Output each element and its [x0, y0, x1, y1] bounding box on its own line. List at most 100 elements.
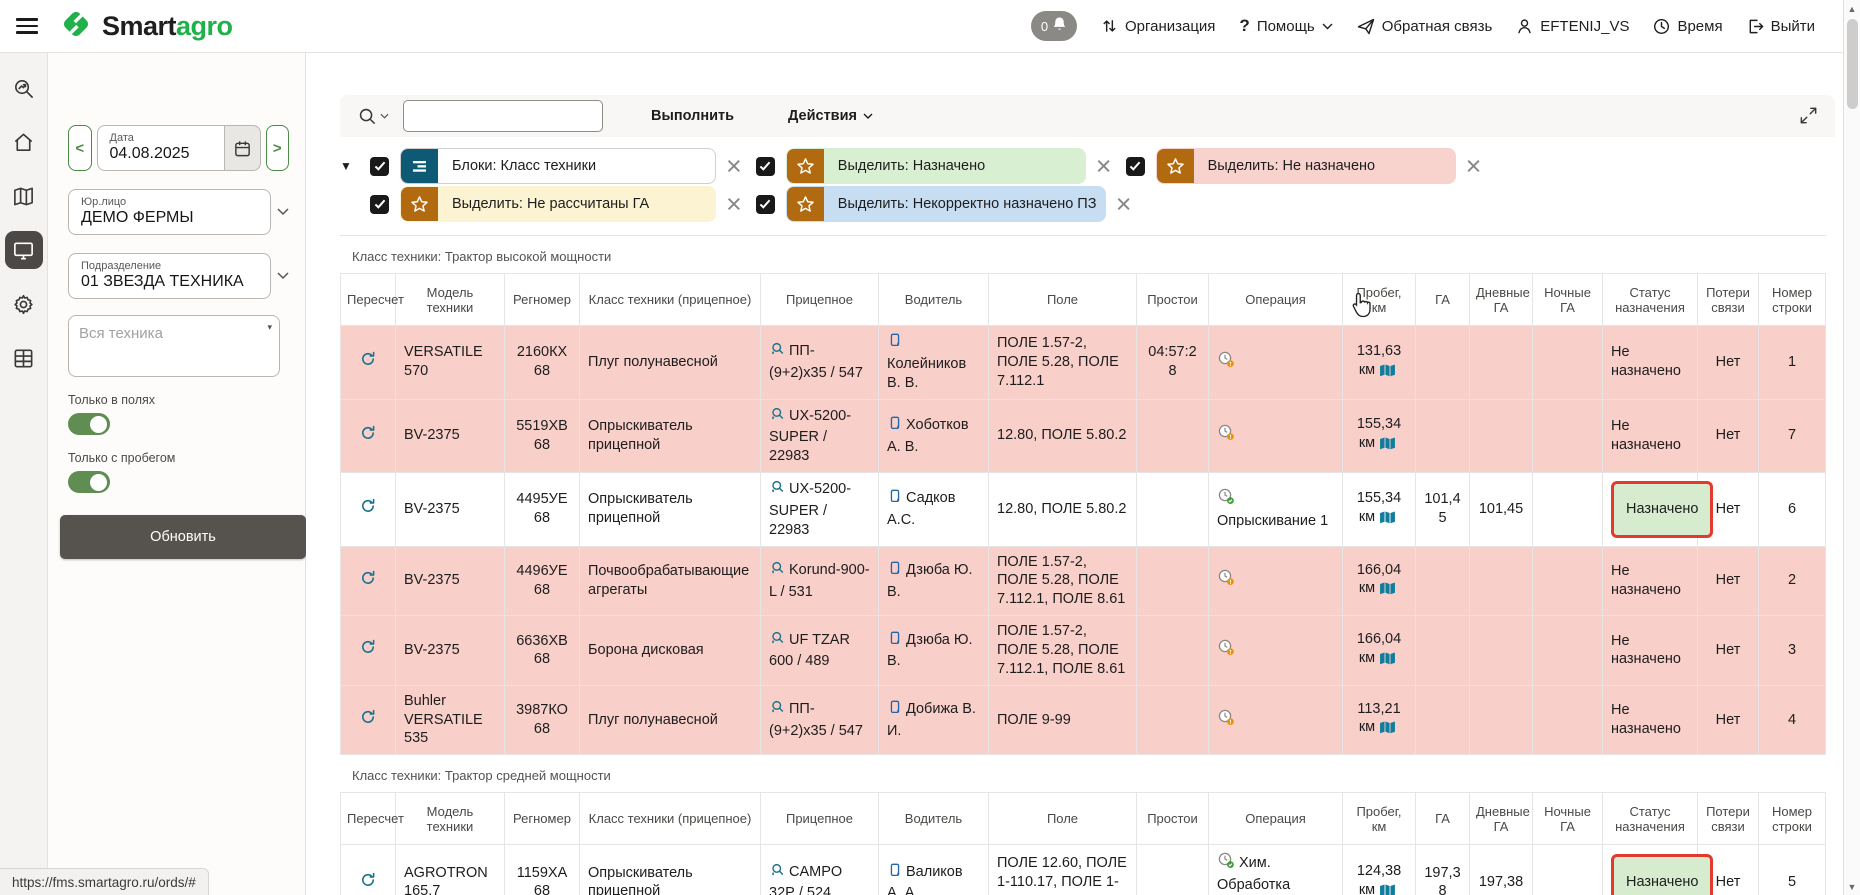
driver-icon[interactable]	[887, 560, 903, 583]
column-header[interactable]: ГА	[1416, 274, 1470, 326]
hamburger-menu-icon[interactable]	[16, 18, 38, 34]
equipment-select[interactable]: Вся техника ▾	[68, 315, 280, 377]
driver-icon[interactable]	[887, 415, 903, 438]
refresh-button[interactable]: Обновить	[60, 515, 306, 559]
column-header[interactable]: Модель техники	[396, 793, 505, 845]
implement-link-icon[interactable]	[769, 630, 786, 653]
operation-pending-icon[interactable]	[1217, 423, 1236, 448]
implement-link-icon[interactable]	[769, 406, 786, 429]
column-header[interactable]: Пробег, км	[1343, 793, 1416, 845]
column-header[interactable]: Номер строки	[1759, 793, 1826, 845]
filter-chip-blocks[interactable]: Блоки: Класс техники	[400, 148, 716, 184]
map-icon[interactable]	[1379, 652, 1396, 671]
column-header[interactable]: ГА	[1416, 793, 1470, 845]
column-header[interactable]: Водитель	[879, 793, 989, 845]
operation-pending-icon[interactable]	[1217, 568, 1236, 593]
filter-checkbox[interactable]	[1126, 157, 1145, 176]
recalc-icon[interactable]	[360, 713, 376, 729]
search-icon[interactable]	[358, 107, 389, 126]
map-icon[interactable]	[1379, 364, 1396, 383]
implement-link-icon[interactable]	[769, 479, 786, 502]
filter-chip-incorrect-pz[interactable]: Выделить: Некорректно назначено ПЗ	[786, 186, 1106, 222]
date-field[interactable]: Дата 04.08.2025	[97, 125, 225, 171]
sidebar-item-home[interactable]	[5, 123, 43, 161]
map-icon[interactable]	[1379, 582, 1396, 601]
operation-assigned-icon[interactable]	[1217, 851, 1236, 876]
scroll-down-arrow[interactable]: ▼	[1844, 878, 1860, 895]
filter-chip-assigned[interactable]: Выделить: Назначено	[786, 148, 1086, 184]
remove-filter-icon[interactable]: ×	[1116, 191, 1132, 218]
app-logo[interactable]: Smartagro	[58, 6, 233, 47]
calendar-button[interactable]	[225, 125, 261, 171]
sidebar-item-monitor[interactable]	[5, 231, 43, 269]
recalc-icon[interactable]	[360, 574, 376, 590]
scrollbar-thumb[interactable]	[1847, 19, 1858, 109]
recalc-icon[interactable]	[360, 355, 376, 371]
remove-filter-icon[interactable]: ×	[726, 191, 742, 218]
filter-checkbox[interactable]	[370, 195, 389, 214]
map-icon[interactable]	[1379, 437, 1396, 456]
operation-pending-icon[interactable]	[1217, 638, 1236, 663]
filter-checkbox[interactable]	[756, 157, 775, 176]
implement-link-icon[interactable]	[769, 862, 786, 885]
operation-assigned-icon[interactable]	[1217, 487, 1236, 512]
operation-pending-icon[interactable]	[1217, 708, 1236, 733]
collapse-filters-icon[interactable]: ▼	[340, 159, 356, 173]
column-header[interactable]: Потери связи	[1698, 274, 1759, 326]
column-header[interactable]: Дневные ГА	[1470, 274, 1533, 326]
sidebar-item-tables[interactable]	[5, 339, 43, 377]
division-field[interactable]: Подразделение 01 ЗВЕЗДА ТЕХНИКА	[68, 253, 271, 299]
driver-icon[interactable]	[887, 488, 903, 511]
column-header[interactable]: Поле	[989, 793, 1137, 845]
nav-logout[interactable]: Выйти	[1747, 18, 1815, 35]
recalc-icon[interactable]	[360, 643, 376, 659]
column-header[interactable]: Статус назначения	[1603, 274, 1698, 326]
map-icon[interactable]	[1379, 511, 1396, 530]
column-header[interactable]: Регномер	[505, 793, 580, 845]
maximize-icon[interactable]	[1798, 105, 1819, 131]
column-header[interactable]: Статус назначения	[1603, 793, 1698, 845]
filter-chip-no-ga[interactable]: Выделить: Не рассчитаны ГА	[400, 186, 716, 222]
remove-filter-icon[interactable]: ×	[1096, 153, 1112, 180]
column-header[interactable]: Номер строки	[1759, 274, 1826, 326]
nav-feedback[interactable]: Обратная связь	[1357, 18, 1493, 35]
vertical-scrollbar[interactable]: ▲ ▼	[1843, 0, 1860, 895]
column-header[interactable]: Прицепное	[761, 793, 879, 845]
chevron-down-icon[interactable]	[277, 208, 289, 216]
driver-icon[interactable]	[887, 332, 903, 355]
driver-icon[interactable]	[887, 630, 903, 653]
column-header[interactable]: Модель техники	[396, 274, 505, 326]
implement-link-icon[interactable]	[769, 560, 786, 583]
column-header[interactable]: Ночные ГА	[1533, 274, 1603, 326]
nav-user[interactable]: EFTENIJ_VS	[1516, 17, 1629, 35]
implement-link-icon[interactable]	[769, 341, 786, 364]
search-input[interactable]	[403, 100, 603, 132]
legal-entity-field[interactable]: Юр.лицо ДЕМО ФЕРМЫ	[68, 189, 271, 235]
toggle-only-in-fields[interactable]	[68, 413, 110, 435]
column-header[interactable]: Простои	[1137, 793, 1209, 845]
scroll-up-arrow[interactable]: ▲	[1844, 0, 1860, 17]
actions-menu-button[interactable]: Действия	[782, 107, 879, 125]
driver-icon[interactable]	[887, 862, 903, 885]
filter-chip-not-assigned[interactable]: Выделить: Не назначено	[1156, 148, 1456, 184]
column-header[interactable]: Водитель	[879, 274, 989, 326]
remove-filter-icon[interactable]: ×	[726, 153, 742, 180]
column-header[interactable]: Класс техники (прицепное)	[580, 274, 761, 326]
sidebar-item-settings[interactable]	[5, 285, 43, 323]
driver-icon[interactable]	[887, 699, 903, 722]
map-icon[interactable]	[1379, 884, 1396, 895]
toggle-only-with-mileage[interactable]	[68, 471, 110, 493]
column-header[interactable]: Операция	[1209, 274, 1343, 326]
recalc-icon[interactable]	[360, 502, 376, 518]
sidebar-item-map[interactable]	[5, 177, 43, 215]
column-header[interactable]: Пересчет	[341, 793, 396, 845]
implement-link-icon[interactable]	[769, 699, 786, 722]
operation-pending-icon[interactable]	[1217, 350, 1236, 375]
nav-help[interactable]: ? Помощь	[1239, 16, 1332, 36]
column-header[interactable]: Простои	[1137, 274, 1209, 326]
column-header[interactable]: Ночные ГА	[1533, 793, 1603, 845]
execute-button[interactable]: Выполнить	[645, 107, 740, 125]
date-prev-button[interactable]: <	[68, 125, 92, 171]
nav-time[interactable]: Время	[1653, 18, 1722, 35]
filter-checkbox[interactable]	[370, 157, 389, 176]
